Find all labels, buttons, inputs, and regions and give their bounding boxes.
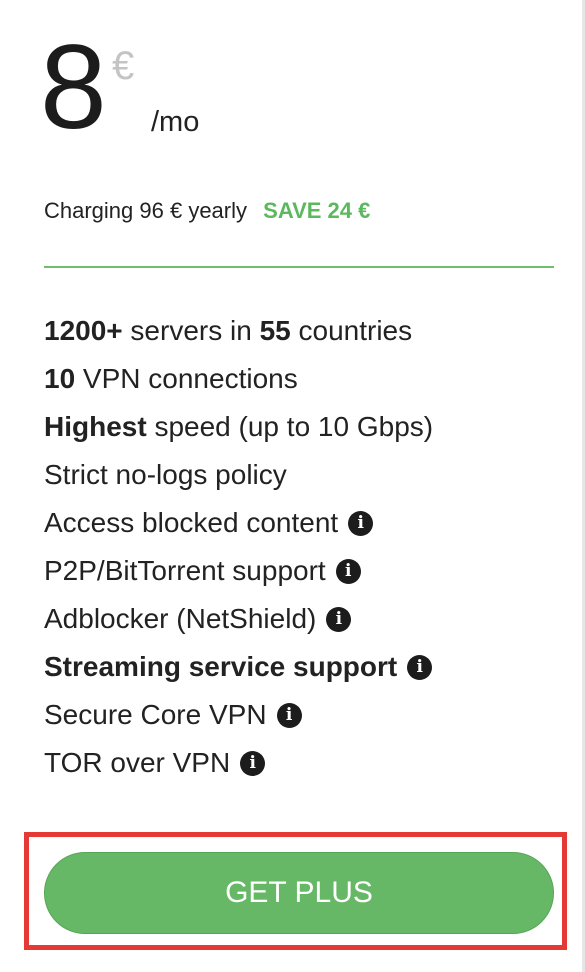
info-icon[interactable]: i xyxy=(348,510,374,536)
price-amount: 8 xyxy=(40,20,107,154)
feature-list: 1200+ servers in 55 countries 10 VPN con… xyxy=(44,307,433,787)
get-plus-button[interactable]: GET PLUS xyxy=(44,852,554,934)
divider xyxy=(44,266,554,268)
feature-item-streaming: Streaming service support i xyxy=(44,643,433,691)
feature-item-connections: 10 VPN connections xyxy=(44,355,433,403)
feature-streaming-text: Streaming service support xyxy=(44,651,398,682)
feature-item-adblocker: Adblocker (NetShield) i xyxy=(44,595,433,643)
price-period: /mo xyxy=(151,106,200,138)
feature-p2p-text: P2P/BitTorrent support xyxy=(44,555,326,586)
info-icon[interactable]: i xyxy=(326,606,352,632)
billing-info: Charging 96 € yearly SAVE 24 € xyxy=(44,196,370,226)
feature-speed-text: speed (up to 10 Gbps) xyxy=(146,411,434,442)
info-icon[interactable]: i xyxy=(407,654,433,680)
feature-no-logs-text: Strict no-logs policy xyxy=(44,459,287,490)
feature-item-p2p: P2P/BitTorrent support i xyxy=(44,547,433,595)
feature-speed-highlight: Highest xyxy=(44,411,147,442)
info-icon[interactable]: i xyxy=(335,558,361,584)
save-badge: SAVE 24 € xyxy=(263,198,371,223)
feature-adblocker-text: Adblocker (NetShield) xyxy=(44,603,317,634)
feature-item-tor: TOR over VPN i xyxy=(44,739,433,787)
feature-countries-count: 55 xyxy=(259,315,291,346)
feature-blocked-content-text: Access blocked content xyxy=(44,507,339,538)
feature-tor-text: TOR over VPN xyxy=(44,747,231,778)
feature-secure-core-text: Secure Core VPN xyxy=(44,699,267,730)
info-icon[interactable]: i xyxy=(240,750,266,776)
feature-item-no-logs: Strict no-logs policy xyxy=(44,451,433,499)
feature-countries-text: countries xyxy=(290,315,413,346)
feature-item-blocked-content: Access blocked content i xyxy=(44,499,433,547)
feature-item-servers: 1200+ servers in 55 countries xyxy=(44,307,433,355)
price-display: 8 € /mo xyxy=(40,22,340,152)
price-currency: € xyxy=(112,44,135,88)
info-icon[interactable]: i xyxy=(276,702,302,728)
feature-servers-text: servers in xyxy=(122,315,260,346)
feature-servers-count: 1200+ xyxy=(44,315,123,346)
feature-item-speed: Highest speed (up to 10 Gbps) xyxy=(44,403,433,451)
billing-text: Charging 96 € yearly xyxy=(44,198,248,223)
feature-item-secure-core: Secure Core VPN i xyxy=(44,691,433,739)
feature-connections-count: 10 xyxy=(44,363,76,394)
feature-connections-text: VPN connections xyxy=(75,363,298,394)
